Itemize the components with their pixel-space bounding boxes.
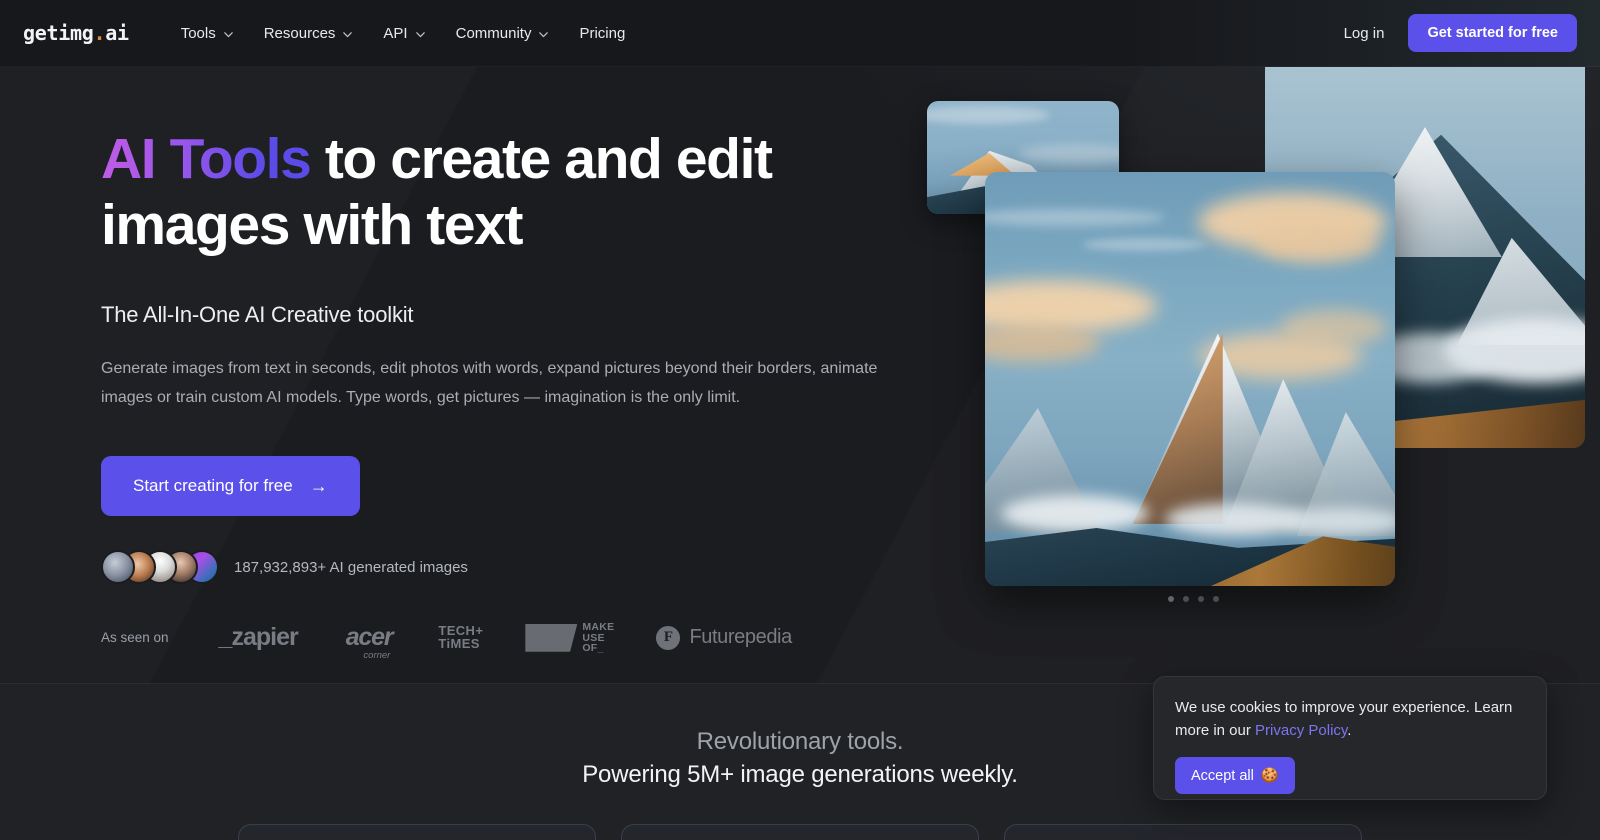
logo-suffix: ai <box>105 21 129 45</box>
cookie-message-after: . <box>1347 722 1352 739</box>
makeuseof-slab-icon <box>525 623 578 652</box>
futurepedia-mark-icon: F <box>656 625 681 650</box>
avatar-group <box>101 550 219 584</box>
nav-item-api[interactable]: API <box>369 17 439 50</box>
brand-logo-zapier: _zapier <box>218 623 299 652</box>
as-seen-on-label: As seen on <box>101 630 169 646</box>
cookie-icon: 🍪 <box>1260 768 1279 784</box>
site-logo[interactable]: getimg.ai <box>23 21 129 45</box>
feature-card[interactable] <box>1004 824 1362 840</box>
brand-logo-techtimes: TECH+ TiMES <box>438 624 483 651</box>
nav-item-api-label: API <box>383 24 408 42</box>
login-link[interactable]: Log in <box>1328 17 1401 50</box>
accept-all-cookies-button[interactable]: Accept all 🍪 <box>1175 757 1295 794</box>
chevron-down-icon <box>342 29 353 40</box>
nav-item-pricing-label: Pricing <box>579 24 626 42</box>
brand-logo-techtimes-line2: TiMES <box>438 635 480 651</box>
nav-item-tools[interactable]: Tools <box>167 17 248 50</box>
makeuseof-text: MAKE USE OF_ <box>582 622 614 654</box>
logo-dot: . <box>93 21 106 45</box>
chevron-down-icon <box>415 29 426 40</box>
top-navigation-bar: getimg.ai Tools Resources API Community … <box>0 0 1600 67</box>
nav-item-resources[interactable]: Resources <box>250 17 368 50</box>
brand-logos: _zapier acer corner TECH+ TiMES MAKE USE OF_… <box>218 622 793 662</box>
carousel-dot-1[interactable] <box>1168 596 1174 602</box>
feature-cards-row <box>0 824 1600 840</box>
muo-line3: OF_ <box>582 642 604 654</box>
privacy-policy-link[interactable]: Privacy Policy <box>1255 722 1347 739</box>
as-seen-on: As seen on _zapier acer corner TECH+ TiMES… <box>101 622 901 662</box>
nav-item-tools-label: Tools <box>180 24 216 42</box>
hero-subheading: The All-In-One AI Creative toolkit <box>101 302 414 327</box>
carousel-dots[interactable] <box>1168 596 1219 602</box>
brand-logo-acer: acer corner <box>345 623 394 661</box>
feature-card[interactable] <box>238 824 596 840</box>
nav-item-community[interactable]: Community <box>442 17 564 50</box>
carousel-dot-2[interactable] <box>1183 596 1189 602</box>
hero-content: AI Tools to create and edit images with … <box>101 126 901 662</box>
hero-image-stack <box>900 0 1600 684</box>
chevron-down-icon <box>223 29 234 40</box>
start-creating-label: Start creating for free <box>133 476 293 495</box>
brand-logo-acer-name: acer <box>345 623 394 652</box>
brand-logo-acer-sub: corner <box>363 650 391 662</box>
brand-logo-makeuseof: MAKE USE OF_ <box>525 622 614 654</box>
start-creating-button[interactable]: Start creating for free → <box>101 456 360 516</box>
carousel-dot-4[interactable] <box>1213 596 1219 602</box>
cookie-consent-banner: We use cookies to improve your experienc… <box>1153 676 1547 800</box>
logo-text: getimg <box>23 21 94 45</box>
nav-actions: Log in Get started for free <box>1328 14 1577 52</box>
chevron-down-icon <box>538 29 549 40</box>
page-title: AI Tools to create and edit images with … <box>101 126 901 258</box>
feature-card[interactable] <box>621 824 979 840</box>
page-root: getimg.ai Tools Resources API Community … <box>0 0 1600 840</box>
nav-item-pricing[interactable]: Pricing <box>565 17 639 50</box>
avatar <box>101 550 135 584</box>
get-started-button[interactable]: Get started for free <box>1408 14 1577 52</box>
nav-item-resources-label: Resources <box>263 24 336 42</box>
cookie-message: We use cookies to improve your experienc… <box>1175 696 1525 742</box>
carousel-dot-3[interactable] <box>1198 596 1204 602</box>
nav-links: Tools Resources API Community Pricing <box>167 17 640 50</box>
brand-logo-futurepedia: F Futurepedia <box>656 625 792 650</box>
accept-all-label: Accept all <box>1191 767 1254 784</box>
hero-description: Generate images from text in seconds, ed… <box>101 360 878 406</box>
social-proof: 187,932,893+ AI generated images <box>101 550 901 584</box>
arrow-right-icon: → <box>309 476 328 496</box>
headline-accent: AI Tools <box>101 127 312 191</box>
nav-item-community-label: Community <box>455 24 532 42</box>
hero-image-main <box>985 172 1395 586</box>
futurepedia-text: Futurepedia <box>689 626 792 649</box>
generated-images-count: 187,932,893+ AI generated images <box>234 558 468 576</box>
